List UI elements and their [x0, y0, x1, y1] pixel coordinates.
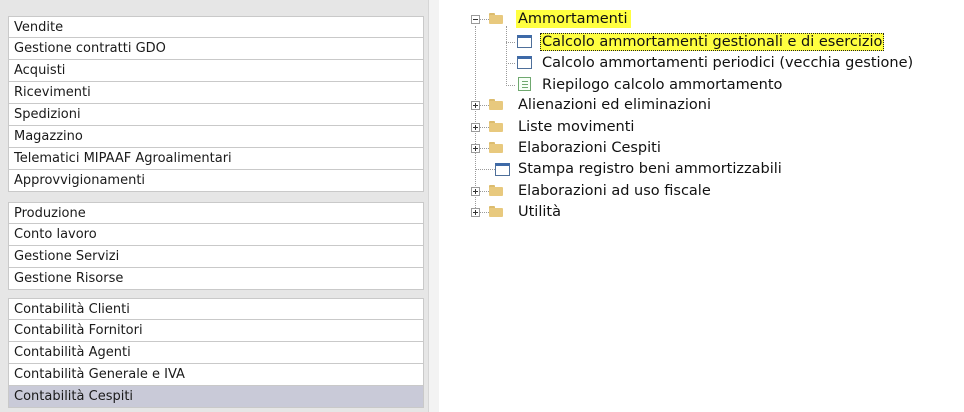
folder-icon: [489, 206, 503, 217]
module-item-contabilita-cespiti[interactable]: Contabilità Cespiti: [8, 386, 424, 408]
tree-node-calcolo-ammortamenti-gestionali[interactable]: Calcolo ammortamenti gestionali e di ese…: [540, 33, 885, 51]
tree-node-stampa-registro[interactable]: Stampa registro beni ammortizzabili: [518, 160, 782, 178]
tree-node-calcolo-ammortamenti-periodici[interactable]: Calcolo ammortamenti periodici (vecchia …: [542, 54, 913, 72]
folder-icon: [489, 185, 503, 196]
module-item-contabilita-clienti[interactable]: Contabilità Clienti: [8, 298, 424, 320]
tree-connector: [480, 19, 489, 20]
function-tree: Ammortamenti Calcolo ammortamenti gestio…: [466, 0, 964, 412]
tree-node-riepilogo-calcolo[interactable]: Riepilogo calcolo ammortamento: [542, 76, 782, 94]
expand-alienazioni-icon[interactable]: [471, 101, 480, 110]
tree-connector: [480, 105, 489, 106]
tree-connector: [475, 169, 495, 170]
module-group-production: Produzione Conto lavoro Gestione Servizi…: [8, 202, 424, 290]
module-menu-scrollbar[interactable]: [428, 0, 439, 412]
window-icon: [495, 163, 510, 176]
module-item-contabilita-generale-iva[interactable]: Contabilità Generale e IVA: [8, 364, 424, 386]
window-icon: [517, 35, 532, 48]
tree-node-elaborazioni-fiscale[interactable]: Elaborazioni ad uso fiscale: [518, 182, 711, 200]
tree-node-elaborazioni-cespiti[interactable]: Elaborazioni Cespiti: [518, 139, 661, 157]
tree-connector: [475, 26, 476, 212]
folder-icon: [489, 142, 503, 153]
tree-node-ammortamenti[interactable]: Ammortamenti: [516, 10, 631, 28]
module-item-gestione-contratti-gdo[interactable]: Gestione contratti GDO: [8, 38, 424, 60]
module-item-acquisti[interactable]: Acquisti: [8, 60, 424, 82]
folder-icon: [489, 99, 503, 110]
tree-connector: [480, 127, 489, 128]
module-item-contabilita-fornitori[interactable]: Contabilità Fornitori: [8, 320, 424, 342]
module-item-produzione[interactable]: Produzione: [8, 202, 424, 224]
module-item-spedizioni[interactable]: Spedizioni: [8, 104, 424, 126]
expand-utilita-icon[interactable]: [471, 208, 480, 217]
tree-connector: [480, 191, 489, 192]
report-list-icon: [518, 77, 531, 91]
module-item-ricevimenti[interactable]: Ricevimenti: [8, 82, 424, 104]
module-item-magazzino[interactable]: Magazzino: [8, 126, 424, 148]
module-group-accounting: Contabilità Clienti Contabilità Fornitor…: [8, 298, 424, 408]
module-item-contabilita-agenti[interactable]: Contabilità Agenti: [8, 342, 424, 364]
tree-connector: [506, 26, 507, 86]
module-item-approvvigionamenti[interactable]: Approvvigionamenti: [8, 170, 424, 192]
folder-icon: [489, 13, 503, 24]
tree-connector: [480, 212, 489, 213]
module-menu-panel: Vendite Gestione contratti GDO Acquisti …: [0, 0, 439, 412]
expand-elaborazioni-cespiti-icon[interactable]: [471, 144, 480, 153]
tree-node-utilita[interactable]: Utilità: [518, 203, 561, 221]
tree-connector: [506, 63, 515, 64]
module-item-gestione-risorse[interactable]: Gestione Risorse: [8, 268, 424, 290]
collapse-ammortamenti-icon[interactable]: [471, 15, 480, 24]
module-item-conto-lavoro[interactable]: Conto lavoro: [8, 224, 424, 246]
folder-icon: [489, 121, 503, 132]
window-icon: [517, 56, 532, 69]
module-item-telematici-mipaaf[interactable]: Telematici MIPAAF Agroalimentari: [8, 148, 424, 170]
expand-elaborazioni-fiscale-icon[interactable]: [471, 187, 480, 196]
tree-node-alienazioni[interactable]: Alienazioni ed eliminazioni: [518, 96, 711, 114]
tree-connector: [506, 42, 515, 43]
expand-liste-movimenti-icon[interactable]: [471, 123, 480, 132]
module-group-sales: Vendite Gestione contratti GDO Acquisti …: [8, 16, 424, 192]
module-item-vendite[interactable]: Vendite: [8, 16, 424, 38]
tree-connector: [506, 85, 515, 86]
tree-node-liste-movimenti[interactable]: Liste movimenti: [518, 118, 634, 136]
module-item-gestione-servizi[interactable]: Gestione Servizi: [8, 246, 424, 268]
tree-connector: [480, 148, 489, 149]
